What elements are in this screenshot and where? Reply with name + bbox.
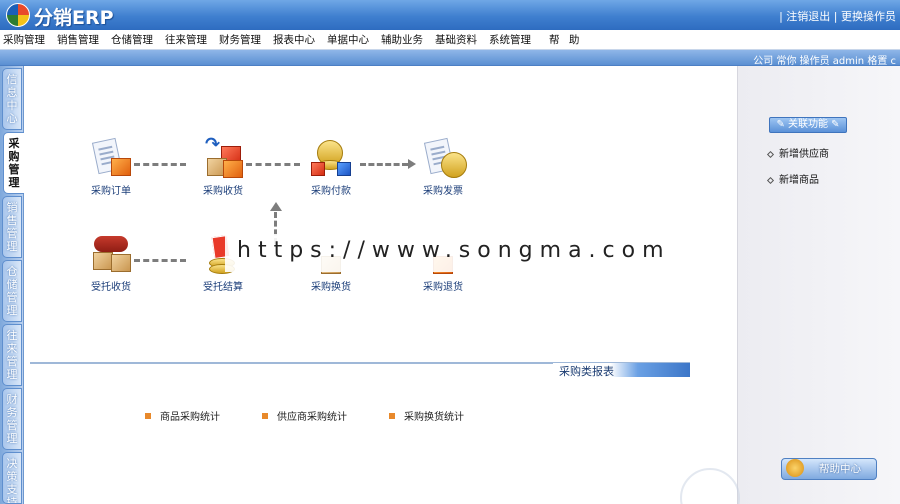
flow-consign-receipt[interactable]: 受托收货 — [76, 234, 146, 293]
session-info: 公司 常你 操作员 admin 格置 c — [753, 56, 896, 67]
tab-label: 销售管理 — [6, 201, 18, 253]
report-label: 采购换货统计 — [404, 412, 464, 423]
watermark-text: https://www.songma.com — [237, 238, 671, 263]
help-center-button[interactable]: 帮助中心 — [781, 458, 877, 480]
related-functions-button[interactable]: ✎ 关联功能 ✎ — [769, 117, 847, 133]
help-center-label: 帮助中心 — [819, 463, 861, 475]
menu-reports[interactable]: 报表中心 — [273, 32, 315, 47]
purchase-invoice-icon — [419, 137, 467, 180]
app-logo-icon — [6, 3, 30, 27]
report-link-exchange[interactable]: 采购换货统计 — [389, 408, 464, 423]
flow-label: 采购付款 — [311, 186, 351, 197]
flow-label: 采购订单 — [91, 186, 131, 197]
report-section-tab: 采购类报表 — [553, 363, 690, 378]
menu-warehouse[interactable]: 仓储管理 — [111, 32, 153, 47]
tab-label: 信息中心 — [6, 73, 18, 125]
app-title: 分销ERP — [34, 7, 114, 29]
tab-label: 决策支持 — [6, 457, 18, 504]
report-link-item-purchase[interactable]: 商品采购统计 — [145, 408, 220, 423]
menu-help[interactable]: 帮 助 — [549, 32, 582, 47]
add-product-link[interactable]: 新增商品 — [766, 171, 819, 186]
purchase-order-icon — [87, 137, 135, 180]
related-functions-label: 关联功能 — [788, 119, 828, 130]
flow-purchase-order[interactable]: 采购订单 — [76, 137, 146, 197]
flow-label: 受托结算 — [203, 282, 243, 293]
tab-label: 财务管理 — [6, 393, 18, 445]
flow-label: 受托收货 — [91, 282, 131, 293]
report-link-supplier-purchase[interactable]: 供应商采购统计 — [262, 408, 347, 423]
tab-info-center[interactable]: 信息中心 — [2, 68, 22, 130]
add-supplier-link[interactable]: 新增供应商 — [766, 145, 829, 160]
help-person-icon — [786, 459, 804, 477]
logout-link[interactable]: 注销退出 — [786, 10, 830, 23]
tab-label: 往来管理 — [6, 329, 18, 381]
bullet-icon — [145, 412, 151, 419]
arrow-up-icon — [270, 202, 282, 211]
switch-operator-link[interactable]: 更换操作员 — [841, 10, 896, 23]
watermark: https://www.songma.com — [225, 234, 685, 272]
flow-purchase-payment[interactable]: 采购付款 — [296, 138, 366, 197]
bullet-icon — [262, 412, 268, 419]
report-section-title: 采购类报表 — [559, 365, 614, 378]
menu-accounts[interactable]: 往来管理 — [165, 32, 207, 47]
tab-label: 仓储管理 — [6, 265, 18, 317]
consign-receipt-icon — [87, 234, 135, 276]
bullet-icon — [389, 412, 395, 419]
menu-auxiliary[interactable]: 辅助业务 — [381, 32, 423, 47]
pencil-icon: ✎ — [828, 119, 840, 130]
flow-purchase-receipt[interactable]: ↷ 采购收货 — [188, 134, 258, 197]
menu-documents[interactable]: 单据中心 — [327, 32, 369, 47]
left-tab-strip: 信息中心 采购管理 销售管理 仓储管理 往来管理 财务管理 决策支持 — [0, 66, 24, 504]
tab-warehouse[interactable]: 仓储管理 — [2, 260, 22, 322]
flow-label: 采购收货 — [203, 186, 243, 197]
tab-finance[interactable]: 财务管理 — [2, 388, 22, 450]
flow-connector — [360, 163, 408, 166]
diamond-bullet-icon — [766, 150, 775, 158]
menu-purchase[interactable]: 采购管理 — [3, 32, 45, 47]
add-supplier-label: 新增供应商 — [779, 149, 829, 160]
status-bar: 公司 常你 操作员 admin 格置 c — [0, 50, 900, 67]
report-label: 商品采购统计 — [160, 412, 220, 423]
main-menu: 采购管理 销售管理 仓储管理 往来管理 财务管理 报表中心 单据中心 辅助业务 … — [0, 30, 900, 50]
flow-label: 采购换货 — [311, 282, 351, 293]
app-header: 分销ERP | 注销退出 | 更换操作员 — [0, 0, 900, 30]
tab-decision[interactable]: 决策支持 — [2, 452, 22, 504]
menu-finance[interactable]: 财务管理 — [219, 32, 261, 47]
menu-system[interactable]: 系统管理 — [489, 32, 531, 47]
flow-label: 采购退货 — [423, 282, 463, 293]
header-links: | 注销退出 | 更换操作员 — [779, 10, 896, 23]
tab-purchase[interactable]: 采购管理 — [3, 132, 24, 194]
tab-accounts[interactable]: 往来管理 — [2, 324, 22, 386]
tab-sales[interactable]: 销售管理 — [2, 196, 22, 258]
purchase-payment-icon — [307, 138, 355, 180]
menu-sales[interactable]: 销售管理 — [57, 32, 99, 47]
flow-purchase-invoice[interactable]: 采购发票 — [408, 137, 478, 197]
diamond-bullet-icon — [766, 176, 775, 184]
purchase-receipt-icon: ↷ — [199, 134, 247, 180]
report-links: 商品采购统计 供应商采购统计 采购换货统计 — [145, 408, 506, 423]
add-product-label: 新增商品 — [779, 175, 819, 186]
tab-label: 采购管理 — [8, 137, 20, 189]
report-label: 供应商采购统计 — [277, 412, 347, 423]
erp-app: 分销ERP | 注销退出 | 更换操作员 采购管理 销售管理 仓储管理 往来管理… — [0, 0, 900, 504]
menu-basic-data[interactable]: 基础资料 — [435, 32, 477, 47]
flow-label: 采购发票 — [423, 186, 463, 197]
pencil-icon: ✎ — [776, 119, 788, 130]
